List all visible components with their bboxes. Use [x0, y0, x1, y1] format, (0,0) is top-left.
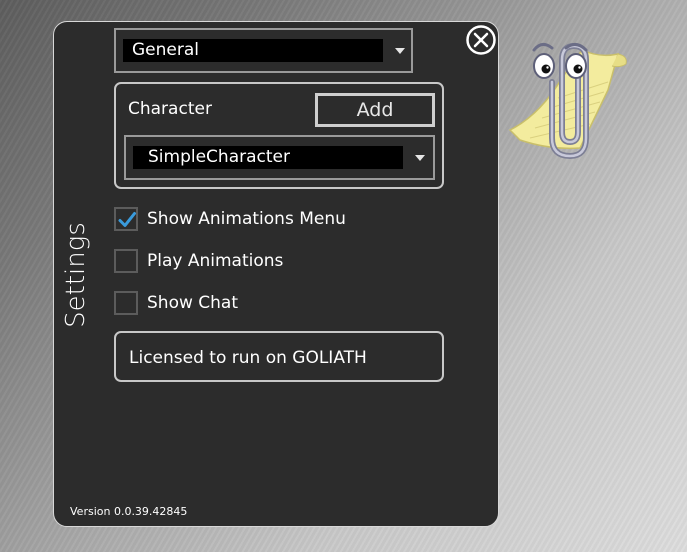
settings-title: Settings [61, 222, 91, 328]
show-chat-option[interactable]: Show Chat [114, 290, 238, 316]
paperclip-assistant-icon[interactable] [500, 20, 640, 160]
close-button[interactable] [465, 24, 497, 56]
chevron-down-icon [395, 48, 405, 54]
close-circle-icon [466, 25, 496, 55]
character-value: SimpleCharacter [148, 147, 290, 167]
license-text: Licensed to run on GOLIATH [129, 348, 367, 368]
category-dropdown[interactable]: General [114, 28, 413, 73]
show-animations-menu-label: Show Animations Menu [147, 209, 346, 229]
character-dropdown[interactable]: SimpleCharacter [124, 135, 435, 180]
version-label: Version 0.0.39.42845 [70, 505, 188, 518]
chevron-down-icon [415, 155, 425, 161]
checkmark-icon [118, 212, 136, 227]
category-value: General [132, 40, 199, 60]
show-chat-label: Show Chat [147, 293, 239, 313]
show-animations-menu-option[interactable]: Show Animations Menu [114, 206, 346, 232]
play-animations-label: Play Animations [147, 251, 284, 271]
character-label: Character [128, 99, 212, 119]
show-chat-checkbox[interactable] [114, 291, 138, 315]
license-box: Licensed to run on GOLIATH [114, 331, 444, 382]
add-character-button[interactable]: Add [315, 93, 435, 127]
play-animations-checkbox[interactable] [114, 249, 138, 273]
play-animations-option[interactable]: Play Animations [114, 248, 283, 274]
show-animations-menu-checkbox[interactable] [114, 207, 138, 231]
settings-title-vertical: Settings [58, 215, 94, 335]
character-group: Character Add SimpleCharacter [114, 82, 444, 189]
